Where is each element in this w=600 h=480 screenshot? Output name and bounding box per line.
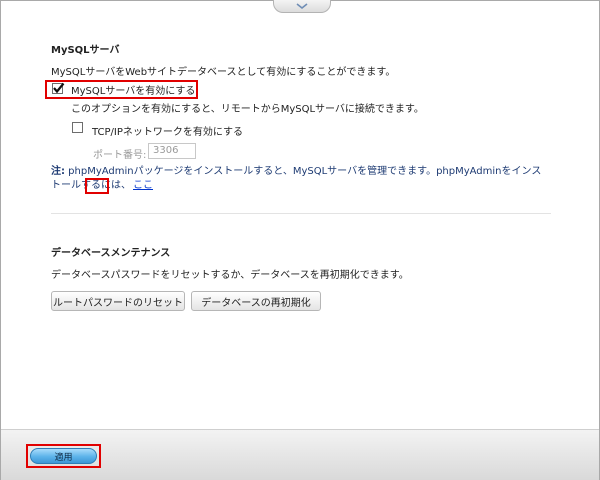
mysql-section-title: MySQLサーバ xyxy=(51,45,120,56)
mysql-description: MySQLサーバをWebサイトデータベースとして有効にすることができます。 xyxy=(51,67,396,78)
enable-tcpip-checkbox[interactable] xyxy=(72,122,83,133)
reinitialize-database-button[interactable]: データベースの再初期化 xyxy=(191,291,321,311)
section-divider xyxy=(51,213,551,214)
checkmark-icon xyxy=(53,82,65,94)
note-label: 注: xyxy=(51,166,65,177)
phpmyadmin-install-link[interactable]: ここ xyxy=(133,180,153,191)
collapse-panel-button[interactable] xyxy=(273,0,331,13)
settings-panel: MySQLサーバ MySQLサーバをWebサイトデータベースとして有効にすること… xyxy=(0,0,600,480)
chevron-down-icon xyxy=(296,2,308,9)
apply-button[interactable]: 適用 xyxy=(30,448,97,464)
note-text: phpMyAdminパッケージをインストールすると、MySQLサーバを管理できま… xyxy=(51,166,542,191)
enable-mysql-label[interactable]: MySQLサーバを有効にする xyxy=(71,82,195,97)
maintenance-description: データベースパスワードをリセットするか、データベースを再初期化できます。 xyxy=(51,270,409,281)
phpmyadmin-note: 注: phpMyAdminパッケージをインストールすると、MySQLサーバを管理… xyxy=(51,165,551,193)
install-link-highlight xyxy=(85,178,109,194)
reset-root-password-button[interactable]: ルートパスワードのリセット xyxy=(51,291,185,311)
port-label: ポート番号: xyxy=(93,150,147,161)
enable-mysql-help: このオプションを有効にすると、リモートからMySQLサーバに接続できます。 xyxy=(71,104,424,115)
enable-tcpip-label[interactable]: TCP/IPネットワークを有効にする xyxy=(92,123,243,138)
port-input[interactable]: 3306 xyxy=(148,143,196,159)
enable-mysql-checkbox[interactable] xyxy=(52,82,65,94)
maintenance-section-title: データベースメンテナンス xyxy=(51,248,171,259)
